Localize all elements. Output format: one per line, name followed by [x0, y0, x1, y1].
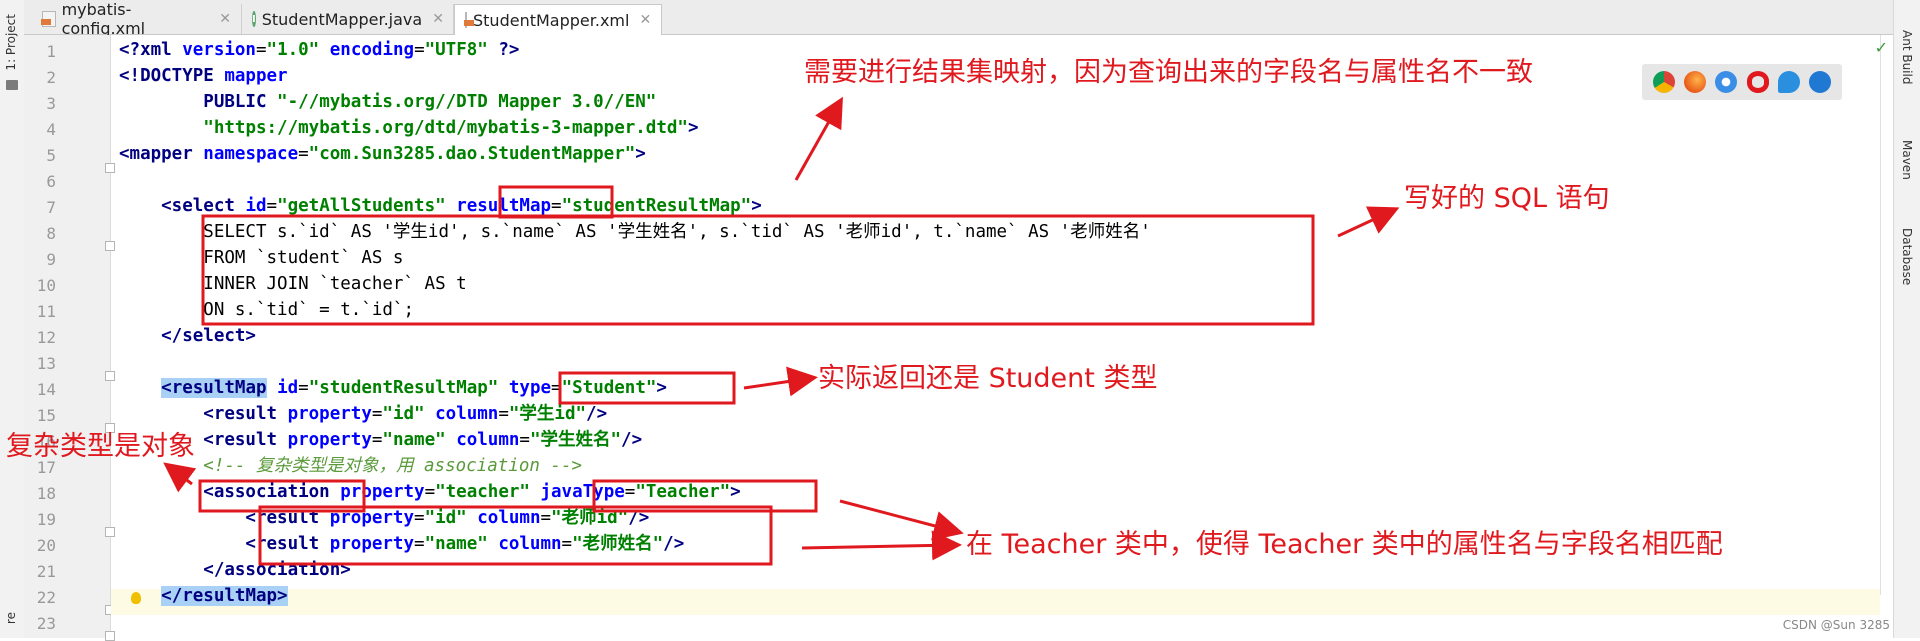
- right-margin-guide: [1880, 35, 1881, 595]
- code-line-11: ON s.`tid` = t.`id`;: [119, 300, 415, 320]
- line-number: 14: [36, 380, 56, 399]
- line-number: 8: [46, 224, 56, 243]
- annotation-sql: 写好的 SQL 语句: [1404, 183, 1610, 214]
- line-number: 11: [36, 302, 56, 321]
- line-number: 9: [46, 250, 56, 269]
- code-line-21: </association>: [119, 560, 351, 580]
- code-line-12: </select>: [119, 326, 256, 346]
- edge-icon[interactable]: [1809, 71, 1832, 93]
- code-line-14: <resultMap id="studentResultMap" type="S…: [161, 378, 667, 398]
- line-number: 13: [36, 354, 56, 373]
- code-line-1: <?xml version="1.0" encoding="UTF8" ?>: [119, 40, 520, 60]
- ie-icon[interactable]: [1777, 71, 1800, 93]
- watermark: CSDN @Sun 3285: [1782, 618, 1890, 632]
- annotation-return-type: 实际返回还是 Student 类型: [818, 363, 1158, 394]
- line-number: 5: [46, 146, 56, 165]
- close-icon[interactable]: ✕: [219, 11, 231, 27]
- close-icon[interactable]: ✕: [639, 12, 651, 28]
- tab-studentmapper-xml[interactable]: StudentMapper.xml ✕: [454, 4, 662, 35]
- tab-studentmapper-java[interactable]: I StudentMapper.java ✕: [242, 4, 454, 34]
- line-number: 10: [36, 276, 56, 295]
- code-line-7: <select id="getAllStudents" resultMap="s…: [119, 196, 762, 216]
- code-line-8: SELECT s.`id` AS '学生id', s.`name` AS '学生…: [119, 222, 1151, 242]
- maven-tool-tab[interactable]: Maven: [1900, 140, 1914, 180]
- right-tool-strip: Ant Build Maven Database: [1893, 0, 1920, 638]
- annotation-complex-type: 复杂类型是对象: [6, 431, 195, 462]
- xml-file-icon: [41, 11, 56, 27]
- code-line-18: <association property="teacher" javaType…: [119, 482, 741, 502]
- code-line-2: <!DOCTYPE mapper: [119, 66, 288, 86]
- tab-label: StudentMapper.java: [261, 9, 423, 29]
- line-number: 19: [36, 510, 56, 529]
- left-tool-strip: 1: Project re: [0, 0, 25, 638]
- tab-label: mybatis-config.xml: [61, 0, 146, 38]
- java-interface-icon: I: [252, 11, 256, 27]
- structure-tool-tab[interactable]: re: [4, 612, 18, 624]
- line-number: 12: [36, 328, 56, 347]
- line-number: 4: [46, 120, 56, 139]
- firefox-icon[interactable]: [1683, 71, 1706, 93]
- code-line-22: </resultMap>: [161, 586, 288, 606]
- line-number: 7: [46, 198, 56, 217]
- tab-mybatis-config[interactable]: mybatis-config.xml ✕: [32, 0, 242, 38]
- code-line-9: FROM `student` AS s: [119, 248, 404, 268]
- line-number: 1: [46, 42, 56, 61]
- inspection-ok-icon[interactable]: ✓: [1875, 38, 1888, 58]
- project-folder-icon: [6, 80, 18, 90]
- xml-file-icon: [464, 12, 474, 28]
- line-number: 15: [36, 406, 56, 425]
- line-number: 18: [36, 484, 56, 503]
- code-line-20: <result property="name" column="老师姓名"/>: [119, 534, 685, 554]
- chrome-icon[interactable]: [1652, 71, 1675, 93]
- code-line-16: <result property="name" column="学生姓名"/>: [119, 430, 643, 450]
- line-number: 6: [46, 172, 56, 191]
- line-number-gutter: 1 2 3 4 5 6 7 8 9 10 11 12 13 14 15 16 1…: [24, 35, 115, 641]
- database-tool-tab[interactable]: Database: [1900, 228, 1914, 285]
- line-number: 23: [36, 614, 56, 633]
- code-line-3: PUBLIC "-//mybatis.org//DTD Mapper 3.0//…: [119, 92, 657, 112]
- close-icon[interactable]: ✕: [432, 11, 444, 27]
- tab-label: StudentMapper.xml: [473, 10, 630, 30]
- line-number: 22: [36, 588, 56, 607]
- annotation-teacher-mapping: 在 Teacher 类中，使得 Teacher 类中的属性名与字段名相匹配: [966, 529, 1723, 560]
- ant-build-tool-tab[interactable]: Ant Build: [1900, 30, 1914, 84]
- browser-preview-bar: [1642, 64, 1842, 100]
- code-line-19: <result property="id" column="老师id"/>: [119, 508, 650, 528]
- line-number: 20: [36, 536, 56, 555]
- editor-tab-bar: mybatis-config.xml ✕ I StudentMapper.jav…: [24, 0, 1894, 38]
- line-number: 3: [46, 94, 56, 113]
- opera-icon[interactable]: [1746, 71, 1769, 93]
- line-number: 2: [46, 68, 56, 87]
- annotation-result-mapping: 需要进行结果集映射，因为查询出来的字段名与属性名不一致: [804, 57, 1533, 88]
- safari-icon[interactable]: [1715, 71, 1738, 93]
- project-tool-tab[interactable]: 1: Project: [4, 14, 18, 71]
- code-line-4: "https://mybatis.org/dtd/mybatis-3-mappe…: [203, 118, 699, 138]
- line-number: 21: [36, 562, 56, 581]
- code-line-5: <mapper namespace="com.Sun3285.dao.Stude…: [119, 144, 646, 164]
- code-line-10: INNER JOIN `teacher` AS t: [119, 274, 467, 294]
